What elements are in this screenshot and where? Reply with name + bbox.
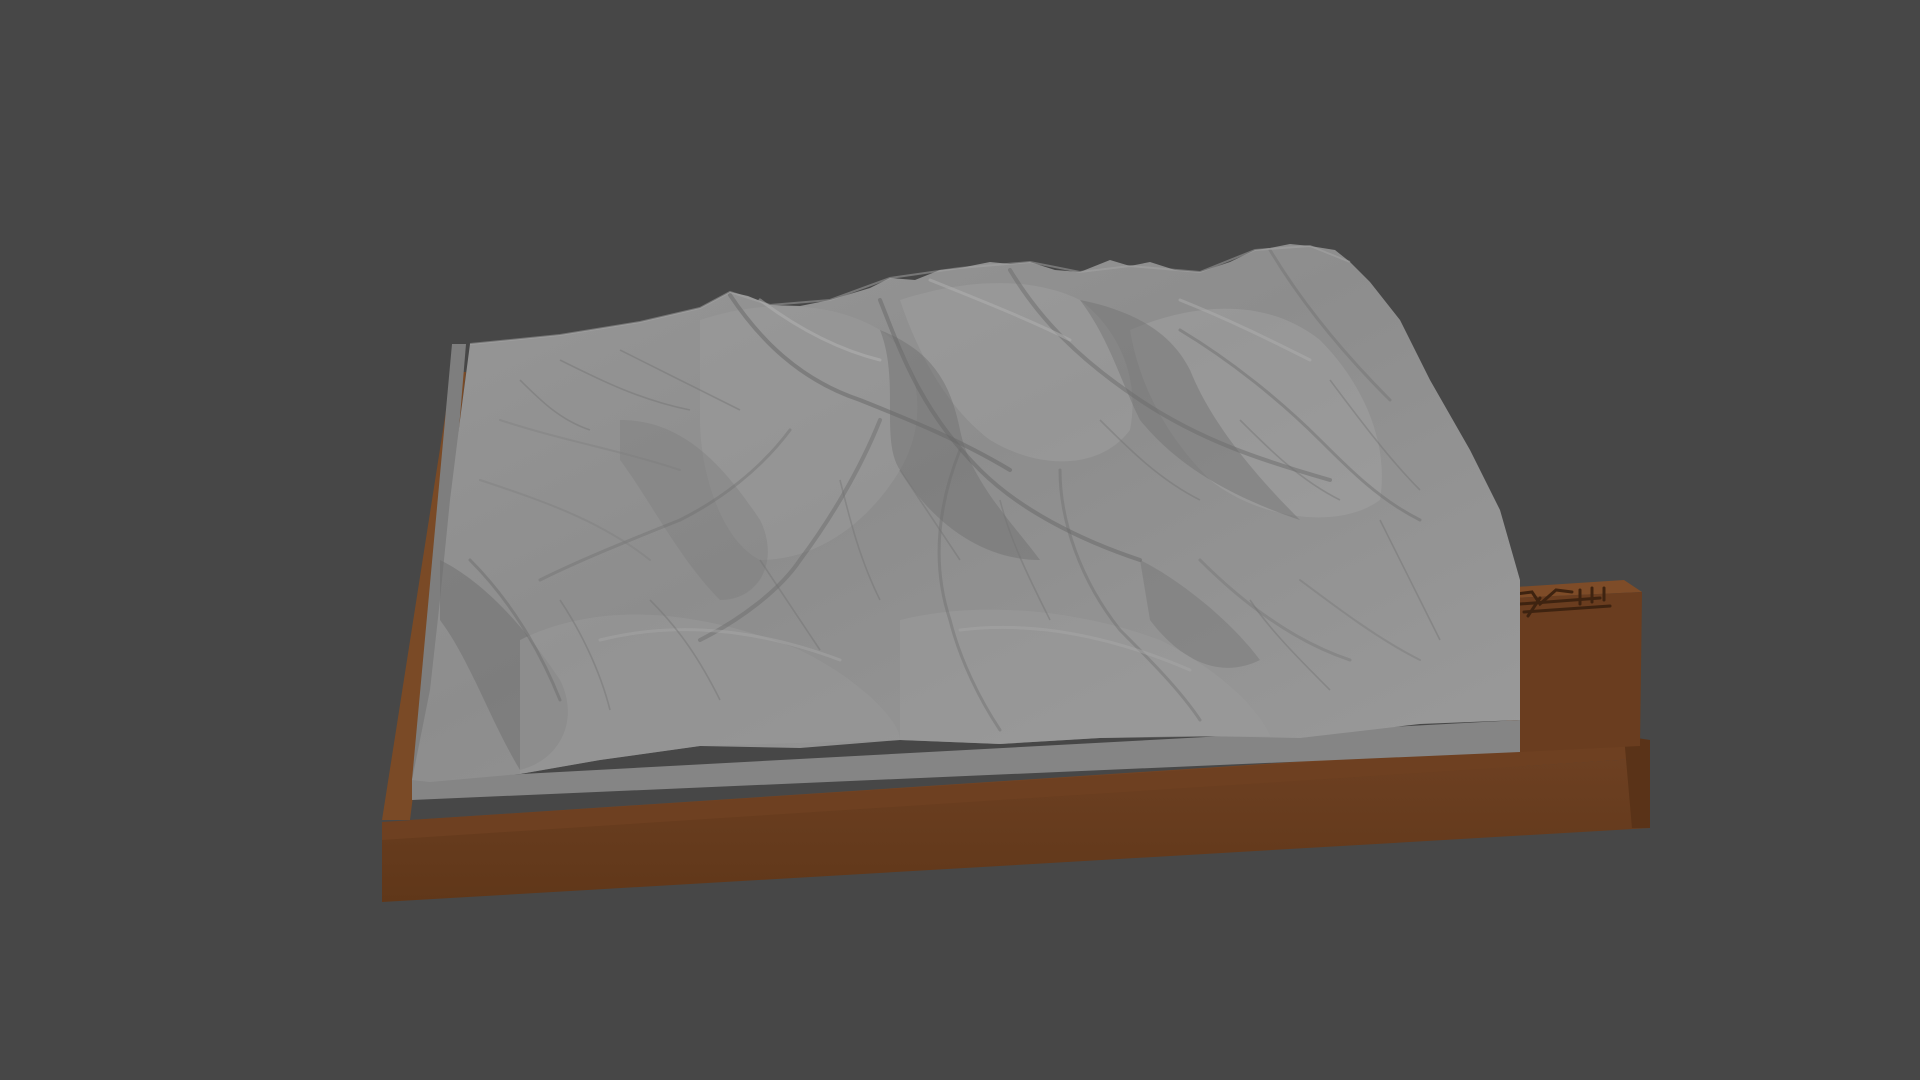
3d-viewport[interactable] (0, 0, 1920, 1080)
terrain-scene (0, 0, 1920, 1080)
